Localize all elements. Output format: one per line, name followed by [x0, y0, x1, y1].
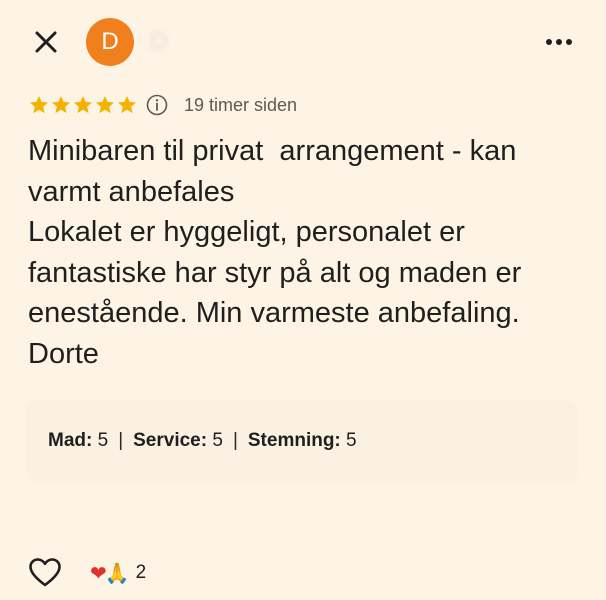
review-line: enestående. Min varmeste anbefaling. [28, 297, 520, 329]
star-icon [96, 96, 114, 114]
review-meta: 19 timer siden [28, 92, 297, 118]
avatar[interactable]: D [86, 18, 134, 66]
reaction-count: 2 [135, 562, 147, 583]
rating-label-atmosphere: Stemning: [247, 430, 341, 451]
review-line: varmt anbefales [28, 175, 235, 208]
star-icon [118, 96, 136, 114]
author-name[interactable]: D [150, 28, 167, 56]
rating-label-service: Service: [133, 430, 208, 451]
pray-reaction-icon: 🙏 [104, 561, 130, 585]
review-time: 19 timer siden [184, 94, 298, 115]
ratings-row: Mad: 5 | Service: 5 | Stemning: 5 [48, 430, 357, 452]
rating-separator: | [232, 430, 238, 451]
ratings-breakdown: Mad: 5 | Service: 5 | Stemning: 5 [26, 400, 578, 484]
rating-value-food: 5 [97, 430, 109, 451]
review-line: Lokalet er hyggeligt, personalet er [28, 216, 465, 248]
info-icon[interactable] [146, 94, 168, 116]
rating-label-food: Mad: [48, 430, 93, 451]
review-text: Minibaren til privat arrangement - kan v… [28, 131, 588, 374]
close-icon [35, 31, 57, 53]
star-rating [28, 94, 138, 116]
more-options-button[interactable] [542, 28, 576, 56]
rating-value-service: 5 [212, 430, 223, 451]
star-icon [74, 96, 92, 114]
star-icon [52, 96, 70, 114]
review-header: D D [0, 0, 606, 84]
heart-outline-icon[interactable] [28, 556, 62, 590]
reactions-summary[interactable]: ❤ 🙏 2 [90, 561, 146, 585]
review-footer: ❤ 🙏 2 [28, 556, 146, 590]
review-line: Dorte [28, 337, 99, 370]
review-line: fantastiske har styr på alt og maden er [28, 256, 522, 289]
close-button[interactable] [30, 26, 62, 58]
review-line: Minibaren til privat arrangement - kan [28, 135, 517, 167]
rating-value-atmosphere: 5 [346, 430, 357, 451]
star-icon [30, 96, 48, 114]
more-vertical-dots-icon [546, 39, 572, 45]
rating-separator: | [118, 430, 124, 451]
